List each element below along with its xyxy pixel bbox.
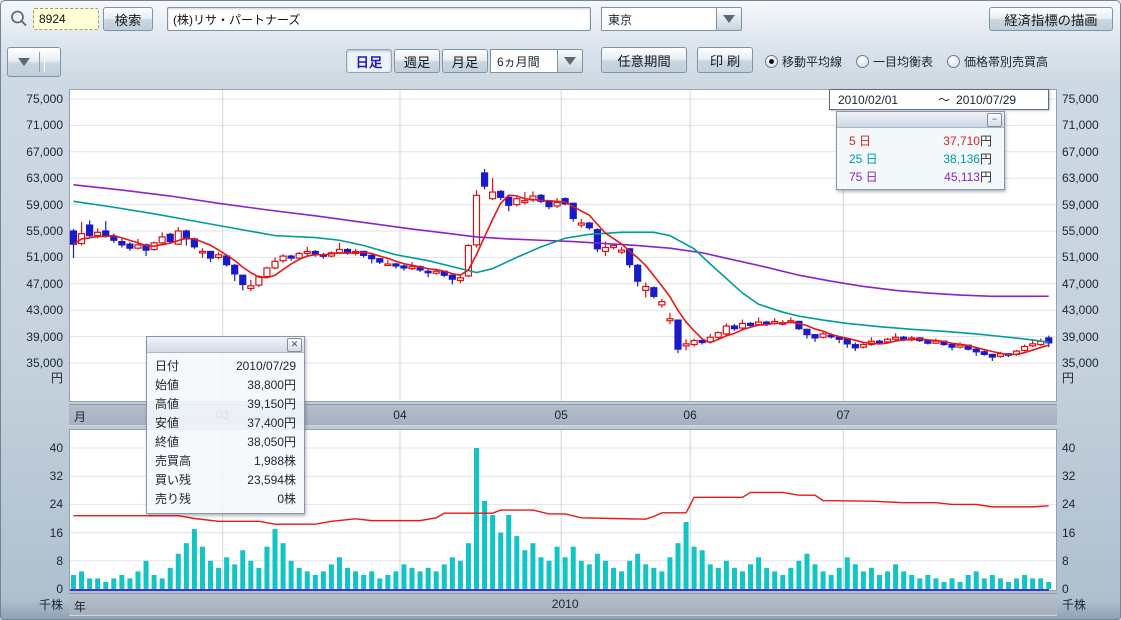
- company-name-input[interactable]: [167, 7, 591, 31]
- price-tick-left: 35,000: [3, 356, 63, 370]
- tab-週足[interactable]: 週足: [394, 49, 440, 73]
- radio-label: 移動平均線: [782, 53, 842, 70]
- ma-legend-header[interactable]: −: [837, 112, 1004, 128]
- tooltip-row: 日付2010/07/29: [147, 356, 304, 375]
- price-tick-right: 55,000: [1062, 224, 1099, 238]
- print-button[interactable]: 印 刷: [697, 47, 753, 73]
- ma-legend-rows: 5 日37,710円25 日38,136円75 日45,113円: [837, 128, 1004, 189]
- volume-tick-right: 24: [1062, 497, 1075, 511]
- econ-indicator-button[interactable]: 経済指標の描画: [989, 7, 1113, 31]
- ohlc-tooltip: ✕ 日付2010/07/29始値38,800円高値39,150円安値37,400…: [146, 336, 305, 514]
- price-tick-right: 47,000: [1062, 277, 1099, 291]
- radio-価格帯別売買高[interactable]: 価格帯別売買高: [947, 53, 1048, 70]
- price-unit-left: 円: [3, 371, 63, 385]
- volume-tick-right: 0: [1062, 582, 1069, 596]
- ma-legend-panel: − 5 日37,710円25 日38,136円75 日45,113円: [836, 111, 1005, 190]
- tab-日足[interactable]: 日足: [346, 49, 392, 73]
- period-select-value: 6ヵ月間: [490, 49, 557, 73]
- date-range-to: 2010/07/29: [950, 93, 1016, 107]
- price-tick-right: 67,000: [1062, 145, 1099, 159]
- year-axis-title: 年: [74, 598, 86, 615]
- period-select[interactable]: 6ヵ月間: [490, 49, 583, 73]
- price-tick-left: 75,000: [3, 92, 63, 106]
- tooltip-row: 始値38,800円: [147, 375, 304, 394]
- market-select-value: 東京: [601, 7, 716, 31]
- price-tick-right: 39,000: [1062, 330, 1099, 344]
- month-axis-title: 月: [74, 408, 86, 425]
- volume-tick-left: 32: [3, 469, 63, 483]
- price-tick-right: 43,000: [1062, 303, 1099, 317]
- close-icon[interactable]: ✕: [287, 338, 302, 352]
- radio-icon: [947, 55, 960, 68]
- tooltip-header[interactable]: ✕: [147, 337, 304, 353]
- price-tick-right: 35,000: [1062, 356, 1099, 370]
- dropdown-grip: [39, 52, 45, 72]
- date-range-from: 2010/02/01: [830, 93, 938, 107]
- market-select-arrow-button[interactable]: [716, 7, 742, 31]
- volume-tick-right: 8: [1062, 554, 1069, 568]
- volume-tick-right: 32: [1062, 469, 1075, 483]
- search-button[interactable]: 検索: [103, 7, 153, 31]
- price-unit-right: 円: [1062, 371, 1074, 385]
- volume-tick-left: 0: [3, 582, 63, 596]
- ma-legend-row: 5 日37,710円: [837, 131, 1004, 149]
- stock-code-input[interactable]: [33, 8, 99, 30]
- timeframe-tabs: 日足週足月足: [346, 49, 488, 73]
- stock-chart-window: 検索 東京 経済指標の描画 日足週足月足 6ヵ月間 任意期間 印 刷 移動平均線…: [0, 0, 1121, 620]
- price-tick-left: 67,000: [3, 145, 63, 159]
- price-tick-left: 47,000: [3, 277, 63, 291]
- tooltip-rows: 日付2010/07/29始値38,800円高値39,150円安値37,400円終…: [147, 353, 304, 513]
- down-triangle-icon: [18, 58, 30, 66]
- price-tick-left: 71,000: [3, 118, 63, 132]
- price-tick-left: 63,000: [3, 171, 63, 185]
- volume-tick-right: 16: [1062, 526, 1075, 540]
- price-tick-left: 59,000: [3, 198, 63, 212]
- tooltip-row: 終値38,050円: [147, 432, 304, 451]
- date-range-separator: ～: [938, 91, 950, 108]
- volume-unit-right: 千株: [1062, 598, 1086, 612]
- tooltip-row: 売り残0株: [147, 489, 304, 508]
- tooltip-row: 安値37,400円: [147, 413, 304, 432]
- ma-legend-row: 25 日38,136円: [837, 149, 1004, 167]
- volume-tick-left: 8: [3, 554, 63, 568]
- year-axis-strip: 年: [69, 593, 1057, 616]
- chart-menu-dropdown[interactable]: [7, 47, 61, 77]
- price-tick-right: 63,000: [1062, 171, 1099, 185]
- ma-legend-row: 75 日45,113円: [837, 167, 1004, 185]
- minimize-icon[interactable]: −: [987, 113, 1002, 127]
- tooltip-row: 買い残23,594株: [147, 470, 304, 489]
- volume-tick-left: 16: [3, 526, 63, 540]
- volume-tick-left: 40: [3, 441, 63, 455]
- radio-icon: [856, 55, 869, 68]
- price-tick-left: 51,000: [3, 250, 63, 264]
- price-tick-left: 55,000: [3, 224, 63, 238]
- price-tick-right: 71,000: [1062, 118, 1099, 132]
- tooltip-row: 売買高1,988株: [147, 451, 304, 470]
- chevron-down-icon: [723, 15, 735, 23]
- radio-label: 一目均衡表: [873, 53, 933, 70]
- tab-月足[interactable]: 月足: [442, 49, 488, 73]
- volume-tick-left: 24: [3, 497, 63, 511]
- price-tick-left: 43,000: [3, 303, 63, 317]
- price-tick-right: 51,000: [1062, 250, 1099, 264]
- radio-icon: [765, 55, 778, 68]
- period-select-arrow-button[interactable]: [557, 49, 583, 73]
- search-icon: [9, 9, 29, 29]
- market-select[interactable]: 東京: [601, 7, 742, 31]
- date-range-box: 2010/02/01 ～ 2010/07/29: [829, 89, 1049, 110]
- tooltip-row: 高値39,150円: [147, 394, 304, 413]
- radio-一目均衡表[interactable]: 一目均衡表: [856, 53, 933, 70]
- radio-label: 価格帯別売買高: [964, 53, 1048, 70]
- volume-unit-left: 千株: [3, 598, 63, 612]
- chevron-down-icon: [564, 57, 576, 65]
- price-tick-right: 75,000: [1062, 92, 1099, 106]
- overlay-radio-group: 移動平均線 一目均衡表 価格帯別売買高: [765, 53, 1048, 70]
- price-tick-right: 59,000: [1062, 198, 1099, 212]
- custom-range-button[interactable]: 任意期間: [601, 47, 687, 73]
- radio-移動平均線[interactable]: 移動平均線: [765, 53, 842, 70]
- volume-tick-right: 40: [1062, 441, 1075, 455]
- price-tick-left: 39,000: [3, 330, 63, 344]
